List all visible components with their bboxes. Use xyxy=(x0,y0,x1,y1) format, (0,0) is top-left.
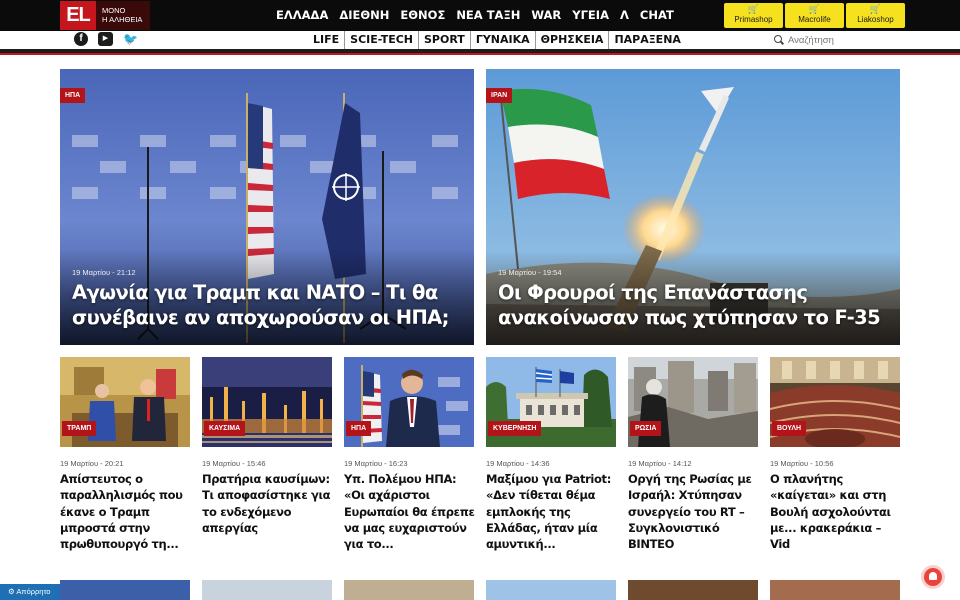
subnav-item-scie-tech[interactable]: SCIE-TECH xyxy=(344,31,418,49)
header-divider xyxy=(0,49,960,55)
article-thumbnail[interactable] xyxy=(344,580,474,600)
site-logo[interactable]: EL ΜΟΝΟ Η ΑΛΗΘΕΙΑ xyxy=(60,1,150,30)
category-badge[interactable]: ΚΥΒΕΡΝΗΣΗ xyxy=(488,421,542,436)
subnav-item-life[interactable]: LIFE xyxy=(308,31,344,49)
article-time: 19 Μαρτίου - 15:46 xyxy=(202,459,266,468)
subnav-item-paraxena[interactable]: ΠΑΡΑΞΕΝΑ xyxy=(608,31,685,49)
article-time: 19 Μαρτίου - 10:56 xyxy=(770,459,834,468)
twitter-icon[interactable]: 🐦 xyxy=(123,32,138,46)
article-title[interactable]: Οργή της Ρωσίας με Ισραήλ: Χτύπησαν συνε… xyxy=(628,471,760,552)
article-thumbnail[interactable] xyxy=(202,580,332,600)
article-time: 19 Μαρτίου - 20:21 xyxy=(60,459,124,468)
nav-item-ellada[interactable]: ΕΛΛΑΔΑ xyxy=(276,0,328,31)
article-time: 19 Μαρτίου - 14:12 xyxy=(628,459,692,468)
article-time: 19 Μαρτίου - 14:36 xyxy=(486,459,550,468)
nav-item-chat[interactable]: CHAT xyxy=(640,0,674,31)
article-card[interactable]: ΚΑΥΣΙΜΑ 19 Μαρτίου - 15:46 Πρατήρια καυσ… xyxy=(202,357,332,535)
shop-label: Macrolife xyxy=(798,15,831,24)
sub-nav: LIFE SCIE-TECH SPORT ΓΥΝΑΙΚΑ ΘΡΗΣΚΕΙΑ ΠΑ… xyxy=(308,31,686,49)
article-card[interactable]: ΗΠΑ 19 Μαρτίου - 16:23 Υπ. Πολέμου ΗΠΑ: … xyxy=(344,357,475,551)
article-time: 19 Μαρτίου - 21:12 xyxy=(72,268,136,277)
logo-mark[interactable]: EL xyxy=(60,1,96,30)
article-card[interactable]: ΚΥΒΕΡΝΗΣΗ 19 Μαρτίου - 14:36 Μαξίμου για… xyxy=(486,357,616,551)
featured-article-1[interactable]: ΗΠΑ 19 Μαρτίου - 21:12 Αγωνία για Τραμπ … xyxy=(60,69,474,345)
search-input[interactable] xyxy=(788,34,888,46)
facebook-icon[interactable]: f xyxy=(74,32,88,46)
nav-item-nea-taxi[interactable]: ΝΕΑ ΤΑΞΗ xyxy=(456,0,520,31)
logo-tagline: ΜΟΝΟ Η ΑΛΗΘΕΙΑ xyxy=(96,1,150,30)
tagline-line-2: Η ΑΛΗΘΕΙΑ xyxy=(102,15,143,24)
category-badge[interactable]: ΗΠΑ xyxy=(60,88,86,103)
article-time: 19 Μαρτίου - 19:54 xyxy=(498,268,562,277)
nav-item-lambda[interactable]: Λ xyxy=(620,0,629,31)
shop-label: Liakoshop xyxy=(857,15,894,24)
article-title[interactable]: Πρατήρια καυσίμων: Τι αποφασίστηκε για τ… xyxy=(202,471,334,536)
cart-icon: 🛒 xyxy=(747,4,760,14)
shop-buttons: 🛒 Primashop 🛒 Macrolife 🛒 Liakoshop xyxy=(724,3,905,28)
nav-item-ygeia[interactable]: ΥΓΕΙΑ xyxy=(572,0,609,31)
category-badge[interactable]: ΒΟΥΛΗ xyxy=(772,421,807,436)
category-badge[interactable]: ΚΑΥΣΙΜΑ xyxy=(204,421,246,436)
macrolife-button[interactable]: 🛒 Macrolife xyxy=(785,3,844,28)
category-badge[interactable]: ΗΠΑ xyxy=(346,421,372,436)
social-links: f ▶ 🐦 xyxy=(74,32,138,46)
nav-item-diethni[interactable]: ΔΙΕΘΝΗ xyxy=(339,0,389,31)
cart-icon: 🛒 xyxy=(808,4,821,14)
article-title[interactable]: Ο πλανήτης «καίγεται» και στη Βουλή ασχο… xyxy=(770,471,902,552)
article-card[interactable]: ΒΟΥΛΗ 19 Μαρτίου - 10:56 Ο πλανήτης «καί… xyxy=(770,357,900,551)
youtube-icon[interactable]: ▶ xyxy=(98,32,113,46)
article-title[interactable]: Υπ. Πολέμου ΗΠΑ: «Οι αχάριστοι Ευρωπαίοι… xyxy=(344,471,476,552)
article-thumbnail[interactable]: ΚΑΥΣΙΜΑ xyxy=(202,357,332,447)
tagline-line-1: ΜΟΝΟ xyxy=(102,6,126,15)
shop-label: Primashop xyxy=(734,15,773,24)
article-title[interactable]: Απίστευτος ο παραλληλισμός που έκανε ο Τ… xyxy=(60,471,192,552)
category-badge[interactable]: ΡΩΣΙΑ xyxy=(630,421,662,436)
subnav-item-thriskeia[interactable]: ΘΡΗΣΚΕΙΑ xyxy=(534,31,609,49)
category-badge[interactable]: ΙΡΑΝ xyxy=(486,88,513,103)
subnav-item-sport[interactable]: SPORT xyxy=(418,31,470,49)
nav-item-war[interactable]: WAR xyxy=(531,0,561,31)
article-title[interactable]: Αγωνία για Τραμπ και ΝΑΤΟ – Τι θα συνέβα… xyxy=(72,280,467,330)
article-thumbnail[interactable] xyxy=(486,580,616,600)
liakoshop-button[interactable]: 🛒 Liakoshop xyxy=(846,3,905,28)
subnav-item-gynaika[interactable]: ΓΥΝΑΙΚΑ xyxy=(469,31,535,49)
notification-bell-icon[interactable] xyxy=(924,568,942,586)
article-thumbnail[interactable]: ΗΠΑ xyxy=(344,357,474,447)
article-thumbnail[interactable]: ΒΟΥΛΗ xyxy=(770,357,900,447)
featured-article-2[interactable]: ΙΡΑΝ 19 Μαρτίου - 19:54 Οι Φρουροί της Ε… xyxy=(486,69,900,345)
article-thumbnail[interactable] xyxy=(628,580,758,600)
article-title[interactable]: Οι Φρουροί της Επανάστασης ανακοίνωσαν π… xyxy=(498,280,893,330)
article-thumbnail[interactable] xyxy=(60,580,190,600)
privacy-button[interactable]: ⚙ Απόρρητο xyxy=(0,584,60,600)
article-card[interactable]: ΡΩΣΙΑ 19 Μαρτίου - 14:12 Οργή της Ρωσίας… xyxy=(628,357,758,551)
main-nav: ΕΛΛΑΔΑ ΔΙΕΘΝΗ ΕΘΝΟΣ ΝΕΑ ΤΑΞΗ WAR ΥΓΕΙΑ Λ… xyxy=(276,0,685,31)
search-icon[interactable] xyxy=(774,35,784,45)
article-thumbnail[interactable]: ΚΥΒΕΡΝΗΣΗ xyxy=(486,357,616,447)
nav-item-ethnos[interactable]: ΕΘΝΟΣ xyxy=(400,0,445,31)
cart-icon: 🛒 xyxy=(869,4,882,14)
article-thumbnail[interactable] xyxy=(770,580,900,600)
article-title[interactable]: Μαξίμου για Patriot: «Δεν τίθεται θέμα ε… xyxy=(486,471,618,552)
search-box[interactable] xyxy=(774,33,894,47)
primashop-button[interactable]: 🛒 Primashop xyxy=(724,3,783,28)
article-thumbnail[interactable]: ΤΡΑΜΠ xyxy=(60,357,190,447)
article-thumbnail[interactable]: ΡΩΣΙΑ xyxy=(628,357,758,447)
category-badge[interactable]: ΤΡΑΜΠ xyxy=(62,421,97,436)
article-card[interactable]: ΤΡΑΜΠ 19 Μαρτίου - 20:21 Απίστευτος ο πα… xyxy=(60,357,190,551)
article-time: 19 Μαρτίου - 16:23 xyxy=(344,459,408,468)
